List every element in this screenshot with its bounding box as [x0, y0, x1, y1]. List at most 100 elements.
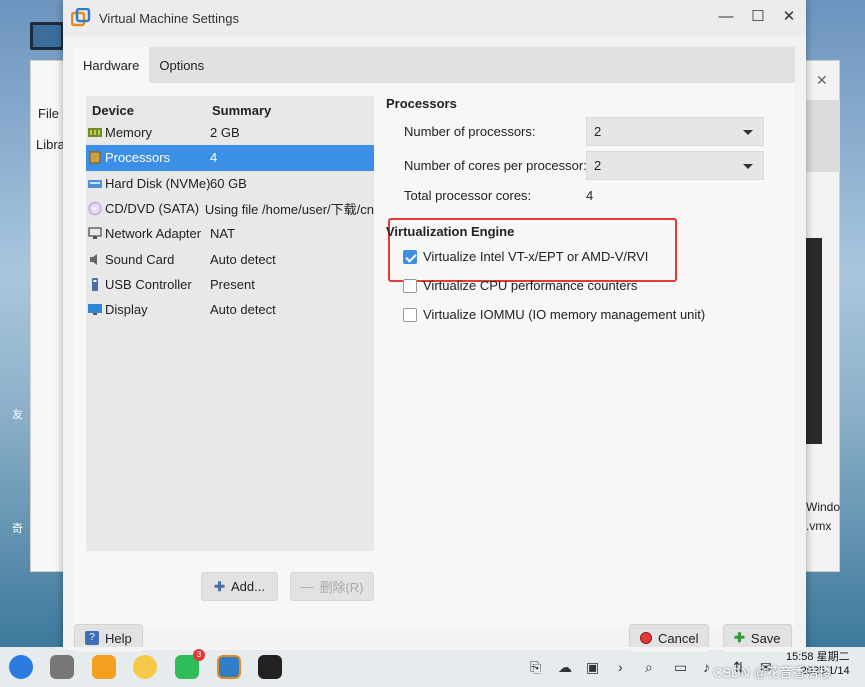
remove-device-button[interactable]: — 删除(R): [290, 572, 374, 601]
device-row-processors[interactable]: Processors 4: [86, 145, 374, 171]
device-summary: Present: [210, 276, 255, 292]
background-right-text-2: .vmx: [806, 519, 832, 533]
device-name: CD/DVD (SATA): [105, 201, 200, 217]
chat-notification-badge: 3: [193, 649, 205, 661]
processor-icon: [88, 151, 102, 164]
cpu-perf-counters-label: Virtualize CPU performance counters: [423, 278, 638, 293]
device-row-display[interactable]: Display Auto detect: [86, 297, 374, 322]
browser-icon[interactable]: [133, 655, 157, 679]
dropdown-arrow-icon: [743, 130, 753, 135]
num-processors-label: Number of processors:: [404, 124, 536, 139]
column-device[interactable]: Device: [86, 103, 212, 118]
iommu-label: Virtualize IOMMU (IO memory management u…: [423, 307, 706, 322]
tab-options[interactable]: Options: [149, 47, 214, 83]
device-summary: Using file /home/user/下载/cn: [204, 202, 374, 218]
cores-per-processor-label: Number of cores per processor:: [404, 158, 587, 173]
cloud-icon[interactable]: ☁: [558, 659, 572, 676]
background-panel: [806, 100, 840, 172]
iommu-option[interactable]: Virtualize IOMMU (IO memory management u…: [403, 307, 705, 322]
device-row-memory[interactable]: Memory 2 GB: [86, 120, 374, 145]
cancel-icon: [640, 632, 652, 644]
device-row-hard-disk[interactable]: Hard Disk (NVMe) 60 GB: [86, 171, 374, 196]
device-list: Device Summary Memory 2 GB Processors 4 …: [86, 96, 374, 551]
device-row-sound-card[interactable]: Sound Card Auto detect: [86, 246, 374, 271]
vmware-logo-icon: [70, 7, 91, 28]
column-summary[interactable]: Summary: [212, 103, 271, 118]
device-summary: Auto detect: [210, 251, 276, 267]
num-processors-value: 2: [594, 124, 602, 139]
device-row-network-adapter[interactable]: Network Adapter NAT: [86, 221, 374, 246]
desktop-text-2: 奇: [12, 523, 23, 535]
title-bar[interactable]: Virtual Machine Settings: [63, 0, 806, 36]
total-cores-label: Total processor cores:: [404, 188, 532, 203]
processors-heading: Processors: [386, 96, 457, 111]
background-menu-file[interactable]: File: [38, 106, 59, 121]
hardware-panel: Device Summary Memory 2 GB Processors 4 …: [73, 83, 795, 628]
search-icon[interactable]: ⌕: [645, 659, 653, 676]
clipboard-icon[interactable]: ⎘: [530, 659, 541, 676]
device-name: Processors: [105, 150, 171, 166]
vtx-label: Virtualize Intel VT-x/EPT or AMD-V/RVI: [423, 249, 649, 264]
save-button-label: Save: [750, 630, 781, 646]
display-icon: [88, 303, 102, 316]
iommu-checkbox[interactable]: [403, 307, 417, 322]
desktop-monitor-icon[interactable]: [30, 22, 64, 50]
help-button-label: Help: [105, 630, 132, 646]
device-name: Network Adapter: [105, 226, 202, 242]
vtx-checkbox[interactable]: [403, 249, 417, 264]
vm-settings-dialog: Virtual Machine Settings — ☐ ✕ Hardware …: [63, 0, 806, 652]
add-button-label: Add...: [230, 579, 265, 594]
device-row-cd-dvd[interactable]: CD/DVD (SATA) Using file /home/user/下载/c…: [86, 196, 374, 221]
cpu-perf-counters-option[interactable]: Virtualize CPU performance counters: [403, 278, 637, 293]
cancel-button-label: Cancel: [658, 630, 699, 646]
tab-bar: Hardware Options: [73, 47, 795, 83]
dialog-title: Virtual Machine Settings: [99, 10, 239, 26]
terminal-icon[interactable]: [258, 655, 282, 679]
usb-icon: [88, 277, 102, 291]
device-summary: 2 GB: [210, 125, 240, 141]
vmware-taskbar-icon[interactable]: [217, 655, 241, 679]
device-row-usb-controller[interactable]: USB Controller Present: [86, 272, 374, 297]
screen-icon[interactable]: ▭: [674, 659, 687, 676]
start-menu-icon[interactable]: [9, 655, 33, 679]
app-tray-icon[interactable]: ▣: [586, 659, 599, 676]
device-name: Hard Disk (NVMe): [105, 175, 211, 191]
multitask-view-icon[interactable]: [50, 655, 74, 679]
cores-per-processor-select[interactable]: 2: [586, 151, 764, 180]
file-manager-icon[interactable]: [92, 655, 116, 679]
save-icon: ✚: [734, 630, 745, 645]
device-summary: Auto detect: [210, 302, 276, 318]
close-icon[interactable]: ✕: [780, 8, 798, 26]
background-console-view: [806, 238, 822, 444]
cores-per-processor-value: 2: [594, 158, 602, 173]
minimize-icon[interactable]: —: [717, 8, 735, 26]
background-close-icon[interactable]: ✕: [816, 72, 828, 89]
remove-button-label: 删除(R): [319, 580, 364, 595]
hard-disk-icon: [88, 177, 102, 190]
tab-hardware[interactable]: Hardware: [73, 47, 150, 83]
add-device-button[interactable]: ✚ Add...: [201, 572, 278, 601]
maximize-icon[interactable]: ☐: [749, 8, 767, 26]
cpu-perf-counters-checkbox[interactable]: [403, 278, 417, 293]
help-icon: ?: [85, 631, 99, 645]
total-cores-value: 4: [586, 188, 594, 203]
device-summary: 4: [210, 150, 218, 166]
device-summary: NAT: [210, 226, 236, 242]
device-name: Display: [105, 302, 148, 318]
device-name: Sound Card: [105, 251, 175, 267]
device-summary: 60 GB: [210, 175, 247, 191]
network-adapter-icon: [88, 227, 102, 240]
memory-icon: [88, 126, 102, 139]
sound-card-icon: [88, 253, 102, 266]
device-name: USB Controller: [105, 276, 192, 292]
device-list-header: Device Summary: [86, 96, 374, 120]
tray-expand-icon[interactable]: ›: [618, 659, 623, 675]
minus-icon: —: [300, 579, 314, 594]
vtx-option[interactable]: Virtualize Intel VT-x/EPT or AMD-V/RVI: [403, 249, 648, 264]
num-processors-select[interactable]: 2: [586, 117, 764, 146]
background-library-label: Libra: [36, 137, 65, 152]
volume-icon[interactable]: ♪: [703, 659, 710, 675]
device-name: Memory: [105, 125, 152, 141]
background-right-text-1: Windo: [806, 500, 841, 514]
cd-dvd-icon: [88, 202, 102, 216]
